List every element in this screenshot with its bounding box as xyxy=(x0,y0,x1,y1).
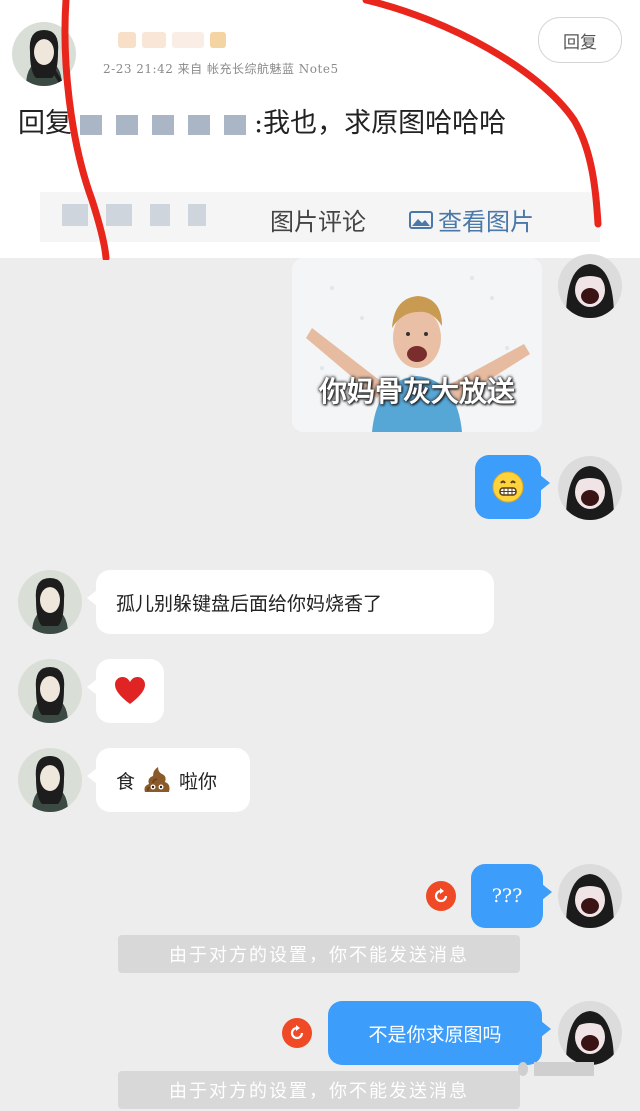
message-text: 不是你求原图吗 xyxy=(368,1023,502,1046)
system-notice: 由于对方的设置，你不能发送消息 xyxy=(118,935,520,973)
username-redacted xyxy=(118,30,248,50)
reply-body: :我也，求原图哈哈哈 xyxy=(254,108,507,139)
comment-footer: 图片评论 查看图片 xyxy=(40,192,600,242)
reply-prefix: 回复 xyxy=(18,108,72,139)
watermark-redacted xyxy=(518,1062,594,1076)
contact-avatar[interactable] xyxy=(18,748,82,812)
comment-text: 回复 :我也，求原图哈哈哈 xyxy=(18,104,618,144)
message-text-before: 食 xyxy=(116,770,136,793)
incoming-message[interactable]: 食 啦你 xyxy=(87,748,250,812)
incoming-message[interactable]: ❤ xyxy=(87,659,164,723)
image-icon xyxy=(409,210,433,229)
message-text: 孤儿别躲键盘后面给你妈烧香了 xyxy=(116,592,383,615)
message-text: ??? xyxy=(491,885,523,907)
grin-emoji-icon xyxy=(492,471,524,503)
outgoing-message[interactable]: ??? xyxy=(471,864,552,928)
reply-target-redacted[interactable] xyxy=(80,114,246,135)
view-image-label: 查看图片 xyxy=(438,208,534,236)
poop-emoji-icon xyxy=(144,767,170,792)
heart-emoji-icon xyxy=(115,677,145,704)
reply-button[interactable]: 回复 xyxy=(538,17,622,63)
resend-icon[interactable] xyxy=(426,881,456,911)
sticker-caption: 你妈骨灰大放送 xyxy=(318,375,515,408)
view-image-link[interactable]: 查看图片 xyxy=(408,202,534,237)
contact-avatar[interactable] xyxy=(18,570,82,634)
commenter-avatar[interactable] xyxy=(12,22,76,86)
footer-redacted xyxy=(62,204,206,226)
self-avatar[interactable] xyxy=(558,864,622,928)
resend-icon[interactable] xyxy=(282,1018,312,1048)
system-notice: 由于对方的设置，你不能发送消息 xyxy=(118,1071,520,1109)
outgoing-message[interactable]: 不是你求原图吗 xyxy=(328,1001,551,1065)
comment-card: 2-23 21:42 来自 帐充长综航魅蓝 Note5 回复 回复 :我也，求原图… xyxy=(0,0,640,258)
message-text-after: 啦你 xyxy=(179,770,218,793)
incoming-message[interactable]: 孤儿别躲键盘后面给你妈烧香了 xyxy=(87,570,494,634)
image-comment-label: 图片评论 xyxy=(270,208,366,236)
sticker-message[interactable]: 你妈骨灰大放送 xyxy=(292,258,542,432)
self-avatar[interactable] xyxy=(558,1001,622,1065)
contact-avatar[interactable] xyxy=(18,659,82,723)
self-avatar[interactable] xyxy=(558,456,622,520)
emoji-message[interactable] xyxy=(475,455,550,519)
self-avatar[interactable] xyxy=(558,254,622,318)
comment-meta: 2-23 21:42 来自 帐充长综航魅蓝 Note5 xyxy=(103,62,339,76)
